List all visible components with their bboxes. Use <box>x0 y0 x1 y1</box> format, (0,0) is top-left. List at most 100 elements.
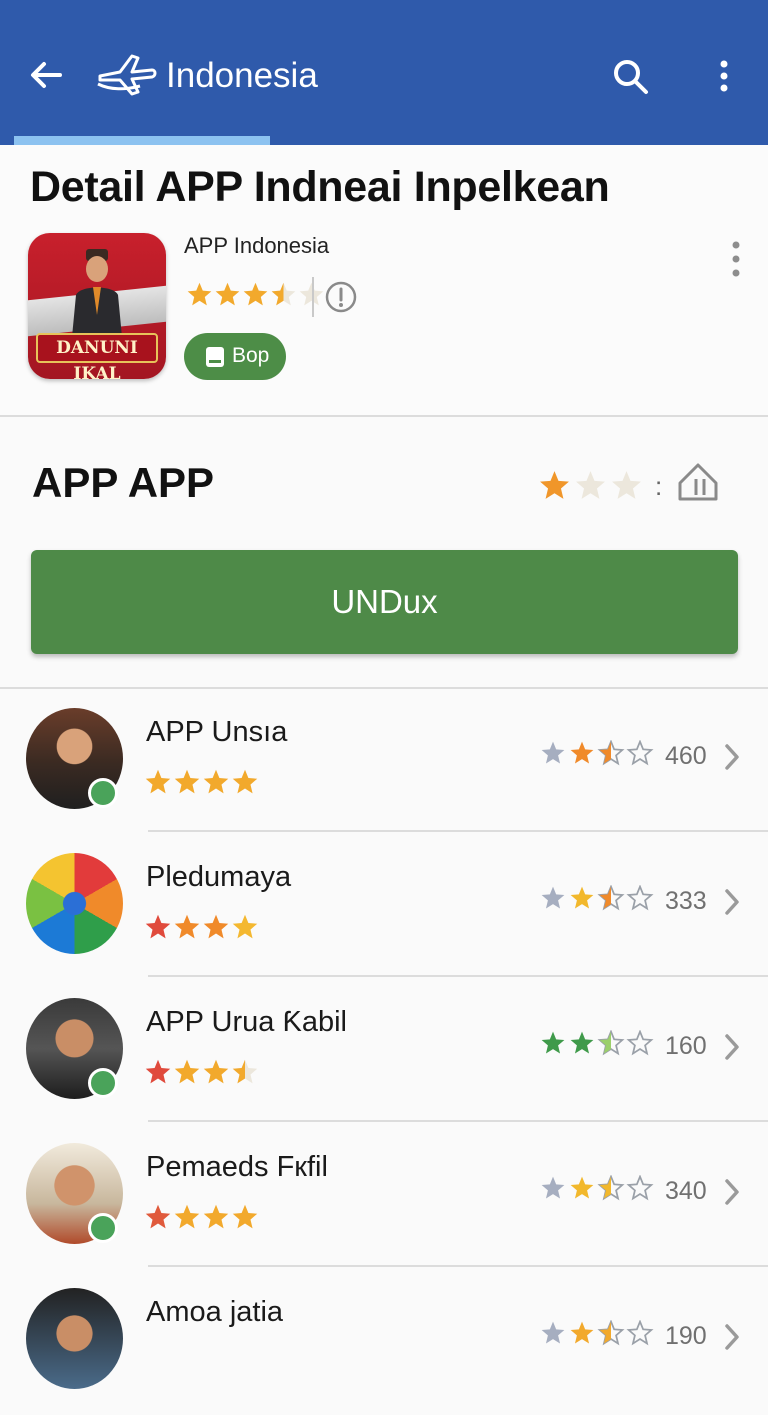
star-icon <box>271 282 296 306</box>
app-detail-card: Detail APP Indneai Inpelkean DANUNI IKAL… <box>0 145 768 417</box>
star-icon <box>570 741 594 764</box>
divider <box>148 975 768 977</box>
separator-dots: : <box>655 471 663 501</box>
chevron-right-icon[interactable] <box>722 1177 742 1207</box>
star-icon <box>232 769 258 794</box>
star-icon <box>187 282 212 306</box>
divider <box>148 830 768 832</box>
pill-label: Bop <box>232 344 270 367</box>
chat-badge-icon <box>88 1213 118 1243</box>
list-item-title: Amoa jatia <box>146 1296 284 1328</box>
list-item-title: Pemaeds Fкfil <box>146 1151 328 1183</box>
rating-count: 340 <box>665 1177 707 1205</box>
list-item-rating <box>540 1174 656 1206</box>
portrait-graphic <box>72 249 122 337</box>
app-section: APP APP : UNDux <box>0 417 768 689</box>
star-icon <box>576 471 605 499</box>
star-icon <box>232 1059 258 1084</box>
star-icon <box>541 1321 565 1344</box>
star-rating <box>145 1059 258 1084</box>
rating-count: 190 <box>665 1322 707 1350</box>
list-item[interactable]: Pemaeds Fкfil 340 <box>0 1125 768 1270</box>
star-rating <box>541 739 654 766</box>
icon-banner-text: DANUNI IKAL <box>36 333 158 379</box>
list-item-rating <box>540 1029 656 1061</box>
section-title: APP APP <box>32 459 215 506</box>
list-item-stars <box>144 913 260 946</box>
book-icon <box>206 347 224 367</box>
list-item[interactable]: APP Urua Ƙabil 160 <box>0 980 768 1125</box>
chevron-right-icon[interactable] <box>722 1322 742 1352</box>
app-bar-title: Indonesia <box>166 56 318 95</box>
star-icon <box>541 886 565 909</box>
more-options-icon[interactable] <box>726 239 746 279</box>
star-icon <box>570 1321 594 1344</box>
tab-indicator <box>14 136 270 145</box>
overflow-menu-icon[interactable] <box>712 56 736 96</box>
list-item-stars <box>144 1203 260 1236</box>
star-icon <box>174 914 200 939</box>
chevron-right-icon[interactable] <box>722 1032 742 1062</box>
list-item-rating <box>540 739 656 771</box>
star-icon <box>612 471 641 499</box>
star-icon <box>597 1319 625 1346</box>
star-rating <box>541 1174 654 1201</box>
chevron-right-icon[interactable] <box>722 887 742 917</box>
star-icon <box>626 1029 654 1056</box>
search-icon[interactable] <box>610 56 650 96</box>
app-bar: Indonesia <box>0 0 768 145</box>
app-icon[interactable]: DANUNI IKAL <box>28 233 166 379</box>
star-icon <box>174 1204 200 1229</box>
star-icon <box>626 884 654 911</box>
star-rating <box>145 1204 258 1229</box>
star-icon <box>145 914 171 939</box>
list-item[interactable]: Pledumaya 333 <box>0 835 768 980</box>
star-icon <box>145 769 171 794</box>
list-item-rating <box>540 884 656 916</box>
star-icon <box>215 282 240 306</box>
star-icon <box>243 282 268 306</box>
primary-action-button[interactable]: UNDux <box>31 550 738 654</box>
star-icon <box>232 1204 258 1229</box>
list-item[interactable]: Amoa jatia 190 <box>0 1270 768 1415</box>
star-icon <box>626 1174 654 1201</box>
star-icon <box>174 1059 200 1084</box>
star-icon <box>203 914 229 939</box>
chevron-right-icon[interactable] <box>722 742 742 772</box>
rating-count: 460 <box>665 742 707 770</box>
star-icon <box>597 884 625 911</box>
star-rating <box>187 282 324 306</box>
divider <box>148 1265 768 1267</box>
star-icon <box>203 1204 229 1229</box>
star-rating <box>145 769 258 794</box>
star-icon <box>541 741 565 764</box>
section-rating-stars <box>538 469 646 507</box>
star-rating <box>541 884 654 911</box>
star-icon <box>570 1176 594 1199</box>
list-item-stars <box>144 768 260 801</box>
star-icon <box>203 1059 229 1084</box>
star-icon <box>145 1204 171 1229</box>
back-arrow-icon[interactable] <box>26 55 66 95</box>
list-item-title: APP Urua Ƙabil <box>146 1006 347 1038</box>
app-rating-stars <box>186 281 326 313</box>
chat-badge-icon <box>88 778 118 808</box>
star-icon <box>174 769 200 794</box>
list-item[interactable]: APP Unsıa 460 <box>0 690 768 835</box>
info-icon[interactable] <box>325 281 357 313</box>
star-icon <box>597 1029 625 1056</box>
star-rating <box>145 914 258 939</box>
page-title: Detail APP Indneai Inpelkean <box>30 163 610 211</box>
star-icon <box>597 739 625 766</box>
avatar <box>26 1288 123 1389</box>
list-item-title: APP Unsıa <box>146 716 288 748</box>
star-icon <box>570 886 594 909</box>
star-icon <box>570 1031 594 1054</box>
star-icon <box>541 1176 565 1199</box>
star-icon <box>145 1059 171 1084</box>
divider <box>312 277 314 317</box>
app-name: APP Indonesia <box>184 233 330 258</box>
share-icon[interactable] <box>676 461 720 503</box>
book-pill-button[interactable]: Bop <box>184 333 286 380</box>
rating-count: 333 <box>665 887 707 915</box>
